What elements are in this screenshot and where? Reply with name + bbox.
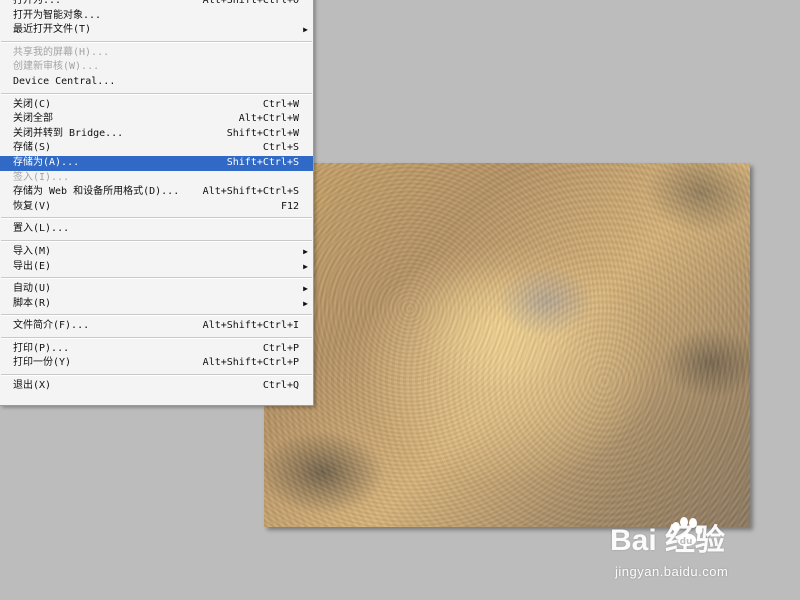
menu-item[interactable]: Device Central... bbox=[0, 75, 313, 90]
submenu-arrow-icon: ▶ bbox=[303, 284, 308, 294]
menu-item-label: 关闭(C) bbox=[13, 98, 52, 110]
menu-item-label: 关闭并转到 Bridge... bbox=[13, 127, 124, 139]
menu-item: 创建新审核(W)... bbox=[0, 60, 313, 75]
menu-item[interactable]: 存储为(A)... Shift+Ctrl+S bbox=[0, 155, 313, 171]
menu-item-label: 签入(I)... bbox=[13, 171, 70, 183]
menu-item[interactable]: 自动(U) ▶ bbox=[0, 282, 313, 297]
menu-item-label: 自动(U) bbox=[13, 283, 52, 295]
menu-item-shortcut: Ctrl+W bbox=[262, 98, 299, 110]
menu-separator bbox=[1, 217, 312, 220]
menu-item-label: 存储为(A)... bbox=[13, 156, 80, 168]
menu-item-label: 关闭全部 bbox=[13, 113, 53, 125]
menu-item[interactable]: 导出(E) ▶ bbox=[0, 260, 313, 275]
menu-item[interactable]: 置入(L)... bbox=[0, 222, 313, 237]
watermark-url: jingyan.baidu.com bbox=[615, 564, 729, 579]
menu-item-shortcut: F12 bbox=[280, 200, 299, 212]
menu-item-label: 恢复(V) bbox=[13, 200, 52, 212]
menu-separator bbox=[1, 92, 312, 95]
menu-item-shortcut: Alt+Shift+Ctrl+I bbox=[202, 320, 299, 332]
menu-separator bbox=[1, 336, 312, 339]
menu-item-label: 存储为 Web 和设备所用格式(D)... bbox=[13, 186, 180, 198]
submenu-arrow-icon: ▶ bbox=[303, 261, 308, 271]
menu-item[interactable]: 打开为智能对象... bbox=[0, 9, 313, 24]
menu-item-label: Device Central... bbox=[13, 75, 116, 87]
submenu-arrow-icon: ▶ bbox=[303, 25, 308, 35]
menu-item-shortcut: Shift+Ctrl+W bbox=[226, 127, 299, 139]
menu-item[interactable]: 恢复(V) F12 bbox=[0, 200, 313, 215]
menu-item-shortcut: Alt+Shift+Ctrl+O bbox=[202, 0, 299, 6]
menu-item[interactable]: 打开为... Alt+Shift+Ctrl+O bbox=[0, 0, 313, 9]
document-canvas-image bbox=[264, 163, 750, 527]
menu-item-label: 最近打开文件(T) bbox=[13, 24, 92, 36]
menu-separator bbox=[1, 374, 312, 377]
menu-item-label: 创建新审核(W)... bbox=[13, 61, 100, 73]
menu-item[interactable]: 关闭(C) Ctrl+W bbox=[0, 98, 313, 113]
menu-item-label: 导出(E) bbox=[13, 260, 52, 272]
submenu-arrow-icon: ▶ bbox=[303, 246, 308, 256]
menu-item-shortcut: Ctrl+Q bbox=[262, 380, 299, 392]
menu-item-label: 退出(X) bbox=[13, 380, 52, 392]
menu-item-label: 文件简介(F)... bbox=[13, 320, 90, 332]
menu-item[interactable]: 退出(X) Ctrl+Q bbox=[0, 379, 313, 394]
menu-item-label: 脚本(R) bbox=[13, 297, 52, 309]
menu-item[interactable]: 导入(M) ▶ bbox=[0, 245, 313, 260]
menu-item-label: 打开为智能对象... bbox=[13, 9, 102, 21]
baidu-jingyan-watermark: Bai 经验 du jingyan.baidu.com bbox=[610, 515, 770, 585]
paw-icon: du bbox=[672, 517, 703, 547]
menu-item: 签入(I)... bbox=[0, 171, 313, 186]
menu-separator bbox=[1, 239, 312, 242]
menu-separator bbox=[1, 40, 312, 43]
menu-item[interactable]: 存储为 Web 和设备所用格式(D)... Alt+Shift+Ctrl+S bbox=[0, 185, 313, 200]
menu-item-shortcut: Shift+Ctrl+S bbox=[226, 156, 299, 168]
menu-item-label: 存储(S) bbox=[13, 142, 52, 154]
menu-item-shortcut: Ctrl+S bbox=[262, 142, 299, 154]
menu-item-label: 导入(M) bbox=[13, 245, 52, 257]
menu-item-label: 打开为... bbox=[13, 0, 62, 6]
menu-item: 共享我的屏幕(H)... bbox=[0, 46, 313, 61]
menu-item-label: 置入(L)... bbox=[13, 223, 70, 235]
menu-item-label: 共享我的屏幕(H)... bbox=[13, 46, 110, 58]
menu-separator bbox=[1, 277, 312, 280]
menu-item-label: 打印(P)... bbox=[13, 342, 70, 354]
menu-item[interactable]: 脚本(R) ▶ bbox=[0, 297, 313, 312]
menu-item-label: 打印一份(Y) bbox=[13, 357, 72, 369]
menu-item[interactable]: 打印一份(Y) Alt+Shift+Ctrl+P bbox=[0, 356, 313, 371]
menu-item[interactable]: 关闭并转到 Bridge... Shift+Ctrl+W bbox=[0, 127, 313, 142]
menu-item[interactable]: 文件简介(F)... Alt+Shift+Ctrl+I bbox=[0, 319, 313, 334]
submenu-arrow-icon: ▶ bbox=[303, 298, 308, 308]
menu-item[interactable]: 存储(S) Ctrl+S bbox=[0, 141, 313, 156]
menu-separator bbox=[1, 314, 312, 317]
menu-item-shortcut: Alt+Shift+Ctrl+P bbox=[202, 357, 299, 369]
svg-text:du: du bbox=[680, 537, 693, 547]
menu-item-shortcut: Alt+Shift+Ctrl+S bbox=[202, 186, 299, 198]
menu-item[interactable]: 打印(P)... Ctrl+P bbox=[0, 342, 313, 357]
menu-item-shortcut: Ctrl+P bbox=[262, 342, 299, 354]
file-menu: 打开为... Alt+Shift+Ctrl+O 打开为智能对象... 最近打开文件(T… bbox=[0, 0, 314, 406]
menu-item[interactable]: 最近打开文件(T) ▶ bbox=[0, 23, 313, 38]
menu-item[interactable]: 关闭全部 Alt+Ctrl+W bbox=[0, 112, 313, 127]
menu-item-shortcut: Alt+Ctrl+W bbox=[238, 113, 299, 125]
